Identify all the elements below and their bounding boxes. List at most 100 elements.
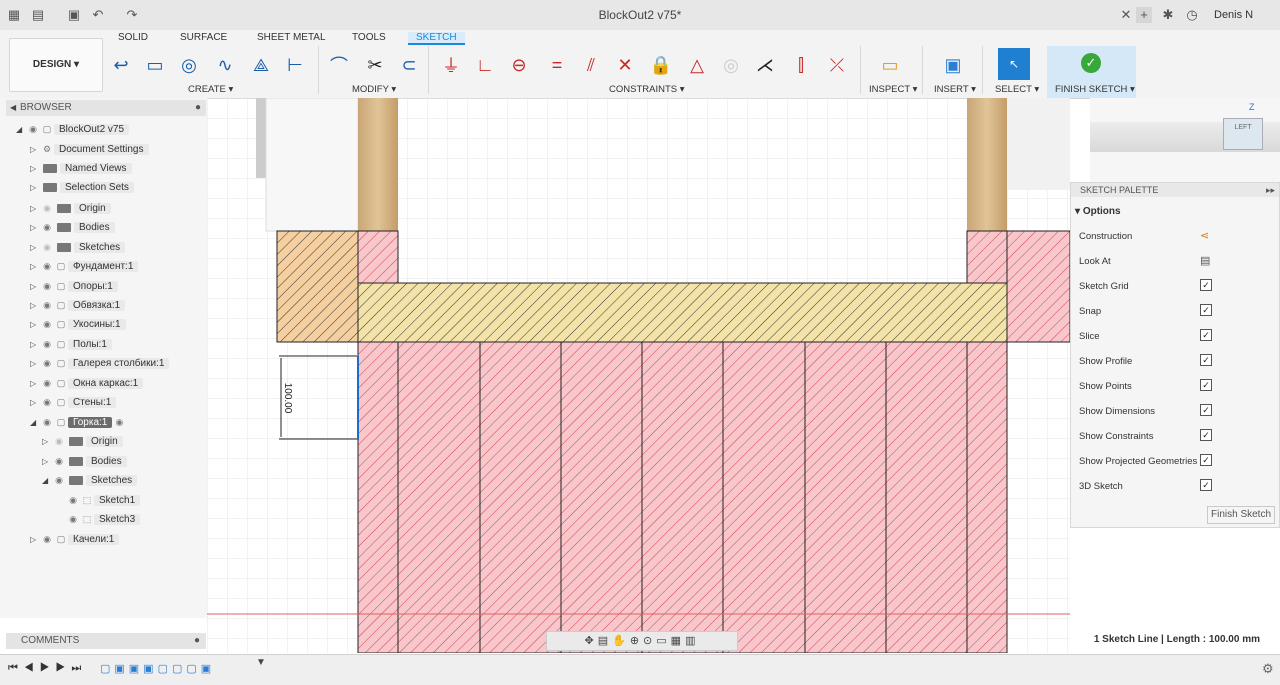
constraints-menu[interactable]: CONSTRAINTS ▾ [609, 84, 685, 95]
user-name[interactable]: Denis N [1214, 9, 1253, 21]
expand-triangle-icon[interactable]: ▷ [30, 161, 40, 177]
tree-item[interactable]: ▷ ◉ ▢ Фундамент:1 [30, 258, 139, 274]
tree-item[interactable]: ▷ ◉ Bodies [42, 453, 127, 469]
expand-arrow-icon[interactable]: ▸▸ [1266, 183, 1275, 197]
design-workspace-button[interactable]: DESIGN ▾ [9, 38, 103, 92]
pan-icon[interactable]: ✋ [612, 635, 630, 647]
offset-tool-icon[interactable]: ⊂ [396, 52, 422, 78]
timeline-feature-icons[interactable]: ▢▣▣▣▢▢▢▣ [100, 662, 215, 675]
tree-item[interactable]: ▷ ◉ Bodies [30, 219, 115, 235]
sketch-drawing[interactable]: 100.00 [207, 98, 1070, 653]
tree-item[interactable]: ▷ Named Views [30, 161, 132, 177]
profile-red[interactable] [966, 230, 1008, 284]
tree-item[interactable]: ▷ ◉ ▢ Укосины:1 [30, 316, 126, 332]
finish-sketch-button[interactable]: Finish Sketch [1207, 506, 1275, 524]
expand-triangle-icon[interactable]: ▷ [30, 395, 40, 411]
expand-triangle-icon[interactable]: ▷ [30, 356, 40, 372]
insert-image-icon[interactable]: ▣ [940, 52, 966, 78]
symmetry-constraint-icon[interactable]: ⫿ [788, 52, 814, 78]
timeline-playback-controls[interactable]: ⏮◀▶▶⏭ [8, 662, 87, 675]
eye-icon[interactable]: ◉ [40, 278, 54, 294]
lock-constraint-icon[interactable]: 🔒 [648, 52, 674, 78]
trim-tool-icon[interactable]: ✂ [362, 52, 388, 78]
fix-constraint-icon[interactable]: ⏚ [438, 52, 464, 78]
show-profile-checkbox[interactable]: ✓ [1200, 354, 1212, 366]
measure-tool-icon[interactable]: ▭ [877, 52, 903, 78]
expand-triangle-icon[interactable]: ◢ [30, 415, 40, 431]
curvature-constraint-icon[interactable]: ⤫ [824, 52, 850, 78]
slice-checkbox[interactable]: ✓ [1200, 329, 1212, 341]
tree-item[interactable]: ▷ ⚙ Document Settings [30, 141, 149, 157]
zoom-icon[interactable]: ⊕ [630, 635, 643, 647]
tree-item[interactable]: ◢ ◉ Sketches [42, 472, 138, 488]
tree-item[interactable]: ▷ ◉ ▢ Качели:1 [30, 531, 120, 548]
show-constraints-checkbox[interactable]: ✓ [1200, 429, 1212, 441]
tree-item[interactable]: ▷ ◉ Origin [42, 433, 123, 449]
display-settings-icon[interactable]: ▭ [656, 635, 670, 647]
tree-item-active[interactable]: ◢ ◉ ▢ Горка:1 ◉ [30, 414, 126, 430]
expand-triangle-icon[interactable]: ▷ [30, 317, 40, 333]
eye-icon[interactable]: ◉ [40, 239, 54, 255]
tab-solid[interactable]: SOLID [118, 32, 148, 43]
concentric-constraint-icon[interactable]: ◎ [718, 52, 744, 78]
tree-item[interactable]: ◉ ⬚ Sketch3 [66, 511, 141, 527]
expand-triangle-icon[interactable]: ▷ [30, 337, 40, 353]
checkmark-icon[interactable]: ✓ [1081, 53, 1101, 73]
eye-icon[interactable]: ◉ [40, 394, 54, 410]
new-tab-icon[interactable]: + [1136, 7, 1152, 23]
activate-radio-icon[interactable]: ◉ [112, 414, 126, 430]
extensions-icon[interactable]: ✱ [1160, 7, 1176, 23]
expand-triangle-icon[interactable]: ▷ [30, 298, 40, 314]
eye-icon[interactable]: ◉ [40, 297, 54, 313]
profile-red[interactable] [357, 230, 399, 284]
coincident-constraint-icon[interactable]: ✕ [612, 52, 638, 78]
grid-settings-icon[interactable]: ▦ [671, 635, 685, 647]
perpendicular-constraint-icon[interactable]: ∟ [472, 52, 498, 78]
eye-icon[interactable]: ◉ [66, 492, 80, 508]
expand-triangle-icon[interactable]: ◢ [16, 122, 26, 138]
tab-sheet-metal[interactable]: SHEET METAL [257, 32, 326, 43]
eye-icon[interactable]: ◉ [52, 453, 66, 469]
tree-item[interactable]: ▷ Selection Sets [30, 180, 134, 196]
look-at-icon[interactable]: ▤ [598, 635, 612, 647]
settings-gear-icon[interactable]: ⚙ [1262, 661, 1274, 677]
parallel-constraint-icon[interactable]: ⫽ [578, 52, 604, 78]
tree-item[interactable]: ▷ ◉ ▢ Обвязка:1 [30, 297, 126, 314]
midpoint-constraint-icon[interactable]: ⋌ [752, 52, 778, 78]
line-tool-icon[interactable]: ↩ [108, 52, 134, 78]
mirror-tool-icon[interactable]: ⟁ [248, 52, 274, 78]
snap-checkbox[interactable]: ✓ [1200, 304, 1212, 316]
select-menu[interactable]: SELECT ▾ [995, 84, 1039, 95]
clock-icon[interactable]: ◷ [1184, 7, 1200, 23]
collapse-triangle-icon[interactable]: ◀ [10, 100, 20, 116]
look-at-icon[interactable]: ▤ [1200, 254, 1210, 267]
pin-icon[interactable]: ● [195, 100, 201, 116]
browser-header[interactable]: ◀ BROWSER ● [6, 100, 206, 116]
options-section[interactable]: ▾ Options [1075, 206, 1121, 217]
eye-icon[interactable]: ◉ [66, 511, 80, 527]
expand-triangle-icon[interactable]: ▷ [30, 180, 40, 196]
modify-menu[interactable]: MODIFY ▾ [352, 84, 396, 95]
close-tab-icon[interactable]: ✕ [1118, 7, 1134, 23]
sketch-grid-checkbox[interactable]: ✓ [1200, 279, 1212, 291]
eye-icon[interactable]: ◉ [40, 414, 54, 430]
profile-red-wall[interactable] [357, 341, 1008, 653]
expand-triangle-icon[interactable]: ▷ [30, 201, 40, 217]
select-tool-icon[interactable]: ↖ [998, 48, 1030, 80]
viewcube-area[interactable]: LEFT Z [1090, 98, 1280, 182]
tab-sketch[interactable]: SKETCH [408, 32, 465, 45]
expand-triangle-icon[interactable]: ▷ [30, 376, 40, 392]
tree-item[interactable]: ▷ ◉ ▢ Стены:1 [30, 394, 117, 411]
profile-yellow-beam[interactable] [357, 282, 1008, 343]
expand-triangle-icon[interactable]: ▷ [42, 454, 52, 470]
inspect-menu[interactable]: INSPECT ▾ [869, 84, 917, 95]
eye-icon[interactable]: ◉ [26, 121, 40, 137]
dimension-tool-icon[interactable]: ⊢ [282, 52, 308, 78]
spline-tool-icon[interactable]: ∿ [212, 52, 238, 78]
palette-header[interactable]: SKETCH PALETTE ▸▸ [1071, 183, 1279, 197]
expand-triangle-icon[interactable]: ▷ [30, 532, 40, 548]
tree-item[interactable]: ▷ ◉ ▢ Опоры:1 [30, 278, 118, 294]
finish-sketch-menu[interactable]: FINISH SKETCH ▾ [1055, 84, 1135, 95]
tree-item[interactable]: ▷ ◉ ▢ Окна каркас:1 [30, 375, 144, 392]
profile-orange[interactable] [276, 230, 359, 343]
